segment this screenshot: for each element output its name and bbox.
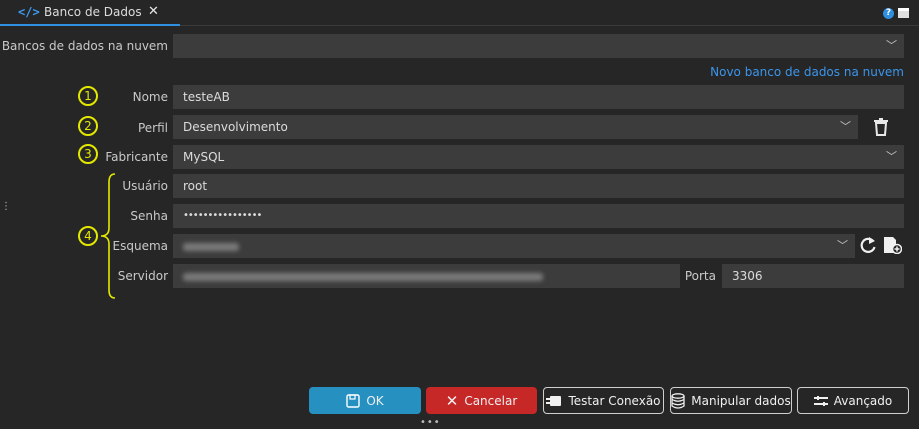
esquema-select[interactable]: ﹀ <box>173 234 855 258</box>
perfil-select[interactable]: Desenvolvimento ﹀ <box>173 115 858 139</box>
window-icon[interactable] <box>898 8 909 18</box>
esquema-label: Esquema <box>112 239 168 253</box>
chevron-down-icon: ﹀ <box>886 39 897 52</box>
porta-label: Porta <box>684 269 716 283</box>
plug-icon <box>546 395 562 407</box>
tab-banco-de-dados[interactable]: </> Banco de Dados ✕ <box>0 0 180 26</box>
porta-input[interactable]: 3306 <box>722 264 904 288</box>
step-4-marker: 4 <box>78 226 98 246</box>
advanced-button[interactable]: Avançado <box>797 387 909 414</box>
cancel-button[interactable]: ✕ Cancelar <box>426 387 537 414</box>
tab-title: Banco de Dados <box>44 5 142 19</box>
new-cloud-db-link[interactable]: Novo banco de dados na nuvem <box>710 65 904 79</box>
servidor-input[interactable] <box>173 264 680 288</box>
code-icon: </> <box>18 5 40 19</box>
side-resize-handle[interactable]: ⋮ <box>1 202 12 212</box>
trash-icon[interactable] <box>873 118 889 136</box>
ok-button[interactable]: OK <box>309 387 421 414</box>
cloud-db-label: Bancos de dados na nuvem <box>1 39 168 53</box>
database-icon <box>671 392 685 409</box>
senha-input[interactable]: •••••••••••••••• <box>173 204 904 228</box>
usuario-label: Usuário <box>122 179 168 193</box>
step-1-marker: 1 <box>78 86 98 106</box>
senha-label: Senha <box>130 209 168 223</box>
nome-input[interactable]: testeAB <box>173 85 904 109</box>
nome-label: Nome <box>132 90 168 104</box>
chevron-down-icon: ﹀ <box>886 150 897 163</box>
new-schema-icon[interactable] <box>882 236 902 254</box>
test-connection-button[interactable]: Testar Conexão <box>543 387 664 414</box>
cloud-db-select[interactable]: ﹀ <box>173 34 904 58</box>
tab-bar: </> Banco de Dados ✕ ? <box>0 0 919 26</box>
save-icon <box>346 393 361 408</box>
usuario-input[interactable]: root <box>173 174 904 198</box>
fabricante-select[interactable]: MySQL ﹀ <box>173 145 904 169</box>
fabricante-label: Fabricante <box>105 150 168 164</box>
close-icon: ✕ <box>445 391 459 410</box>
refresh-icon[interactable] <box>859 236 877 254</box>
close-icon[interactable]: ✕ <box>148 4 159 19</box>
step-3-marker: 3 <box>78 144 98 164</box>
bottom-resize-handle[interactable]: ••• <box>420 417 441 428</box>
esquema-value-redacted <box>183 242 239 251</box>
servidor-value-redacted <box>183 272 543 281</box>
manipulate-data-button[interactable]: Manipular dados <box>670 387 792 414</box>
chevron-down-icon: ﹀ <box>840 120 851 133</box>
sliders-icon <box>813 395 828 406</box>
servidor-label: Servidor <box>117 269 168 283</box>
chevron-down-icon: ﹀ <box>837 239 848 252</box>
perfil-label: Perfil <box>137 121 168 135</box>
step-2-marker: 2 <box>78 116 98 136</box>
help-icon[interactable]: ? <box>883 8 894 19</box>
